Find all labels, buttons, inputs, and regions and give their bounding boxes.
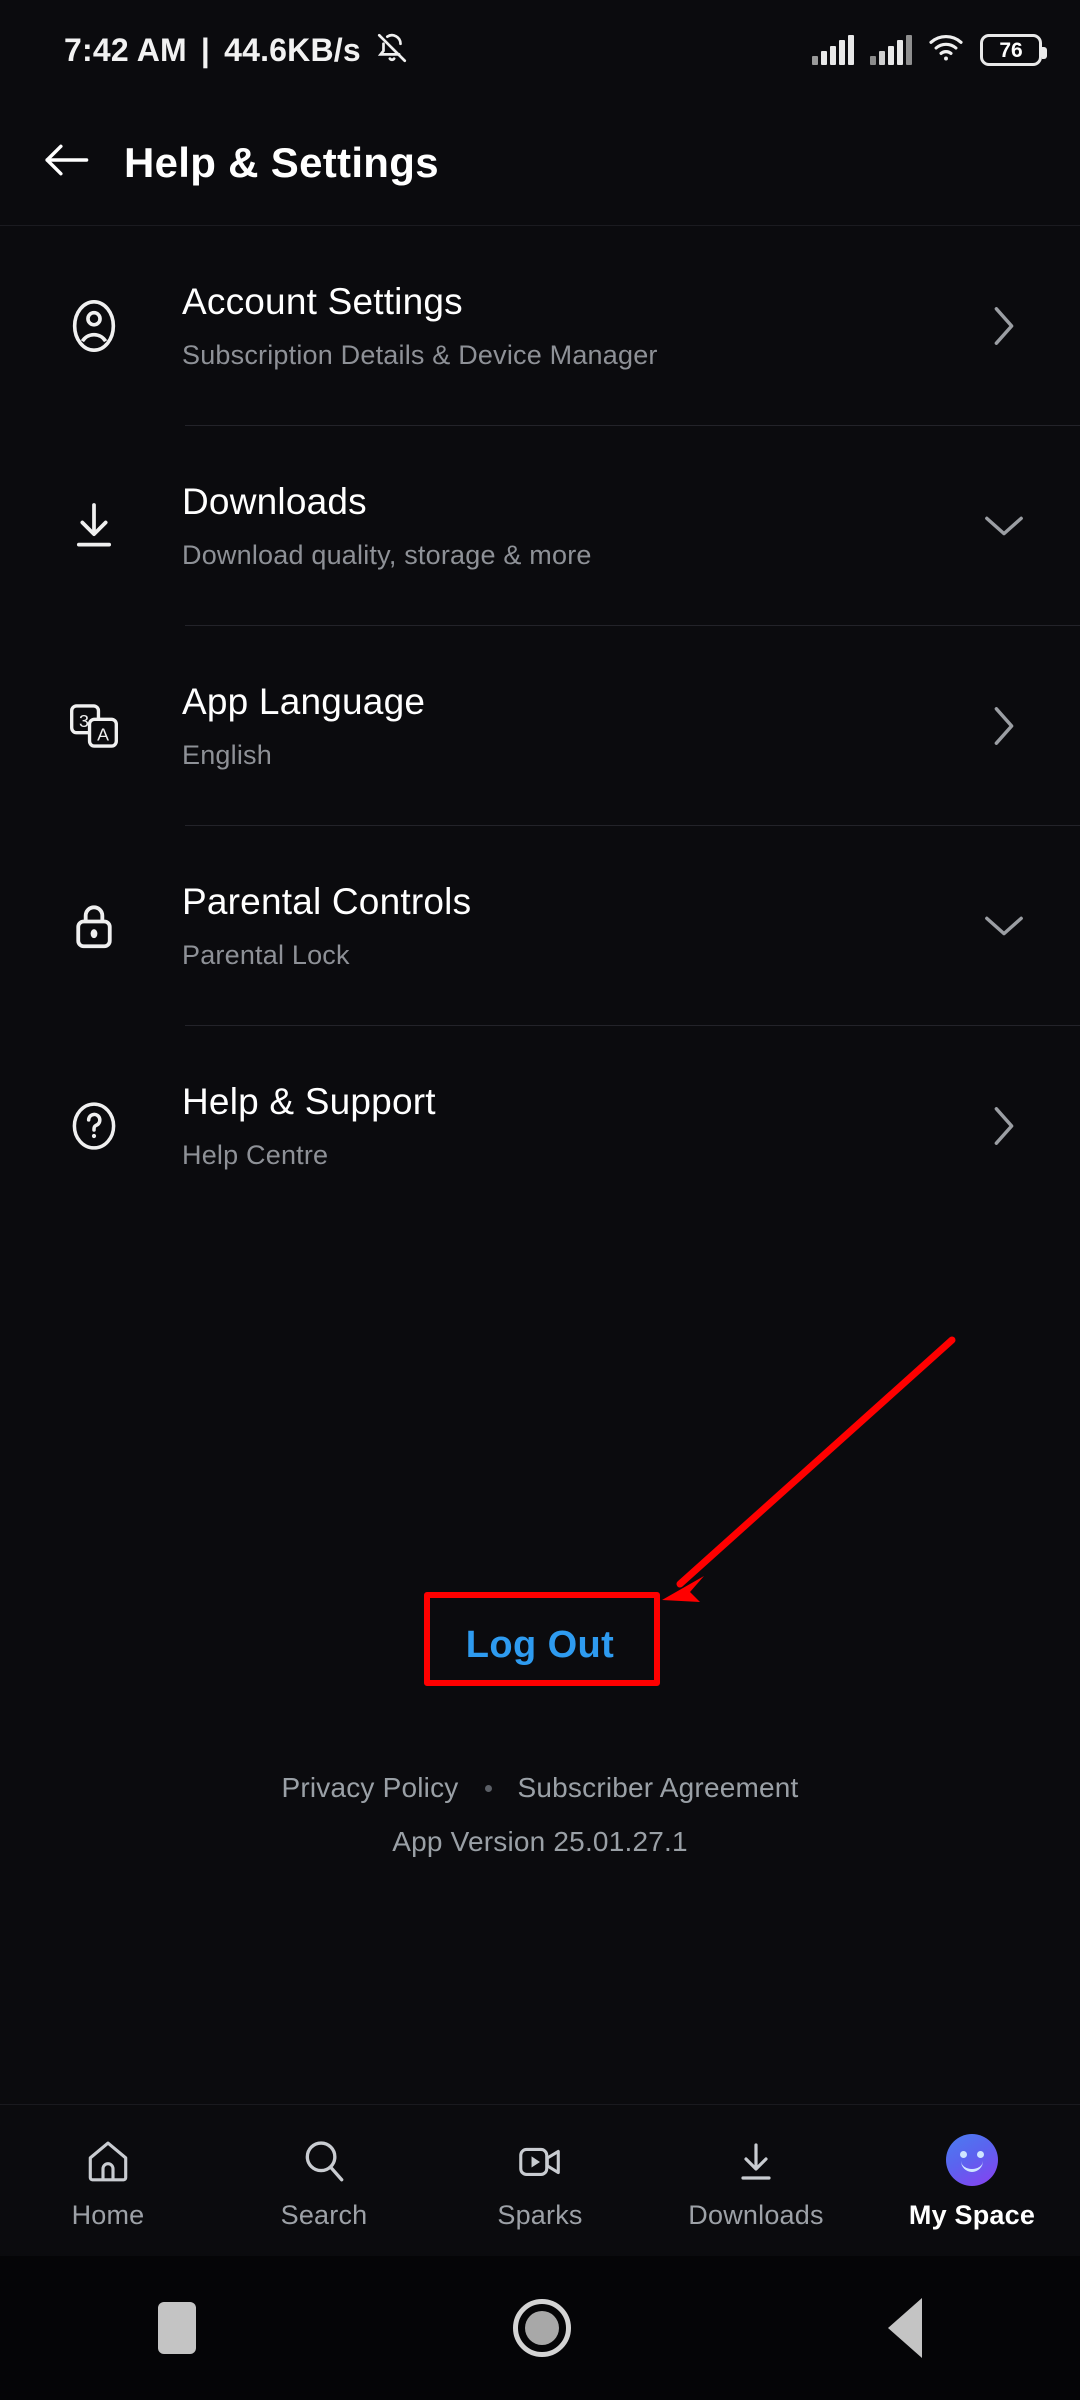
privacy-policy-link[interactable]: Privacy Policy <box>281 1772 458 1804</box>
status-bar: 7:42 AM | 44.6KB/s 76 <box>0 0 1080 100</box>
svg-text:3: 3 <box>79 711 89 731</box>
settings-row-title: Parental Controls <box>182 881 472 923</box>
nav-item-my-space[interactable]: My Space <box>872 2130 1072 2231</box>
nav-label-home: Home <box>71 2200 145 2230</box>
avatar-eye-right <box>977 2151 984 2158</box>
battery-indicator: 76 <box>980 34 1047 66</box>
nav-item-downloads[interactable]: Downloads <box>656 2130 856 2231</box>
svg-text:A: A <box>97 725 109 745</box>
settings-row-text: Parental Controls Parental Lock <box>142 881 974 971</box>
settings-row-subtitle: Subscription Details & Device Manager <box>182 339 658 370</box>
status-time: 7:42 AM <box>64 31 187 68</box>
nav-item-sparks[interactable]: Sparks <box>440 2130 640 2231</box>
phone-screen: 7:42 AM | 44.6KB/s 76 Help & Settings Ac… <box>0 0 1080 2400</box>
video-camera-icon <box>515 2130 565 2186</box>
settings-row-title: App Language <box>182 681 426 723</box>
nav-item-search[interactable]: Search <box>224 2130 424 2231</box>
nav-label-my-space: My Space <box>908 2200 1036 2230</box>
logout-container: Log Out <box>0 1614 1080 1677</box>
nav-label-sparks: Sparks <box>497 2200 583 2230</box>
avatar-icon <box>946 2130 998 2186</box>
lock-icon <box>46 899 142 953</box>
settings-row-help[interactable]: Help & Support Help Centre <box>0 1026 1080 1226</box>
bottom-nav: Home Search Sparks Downloads My Space <box>0 2104 1080 2256</box>
home-icon <box>83 2130 133 2186</box>
settings-list: Account Settings Subscription Details & … <box>0 226 1080 1226</box>
chevron-down-icon[interactable] <box>974 513 1034 539</box>
back-arrow-icon[interactable] <box>42 140 90 185</box>
signal-bars-icon-2 <box>870 35 912 65</box>
settings-row-parental[interactable]: Parental Controls Parental Lock <box>0 826 1080 1026</box>
signal-bars-icon <box>812 35 854 65</box>
help-circle-icon <box>46 1098 142 1154</box>
wifi-icon <box>928 33 964 68</box>
chevron-down-icon[interactable] <box>974 913 1034 939</box>
status-separator: | <box>200 31 211 68</box>
page-title: Help & Settings <box>124 138 439 186</box>
recents-square-icon[interactable] <box>158 2302 197 2354</box>
settings-row-language[interactable]: 3 A App Language English <box>0 626 1080 826</box>
translate-icon: 3 A <box>46 697 142 755</box>
settings-row-account[interactable]: Account Settings Subscription Details & … <box>0 226 1080 426</box>
account-circle-icon <box>46 297 142 355</box>
android-navigation-bar <box>0 2256 1080 2400</box>
footer-links: Privacy Policy Subscriber Agreement <box>0 1772 1080 1804</box>
status-network-speed: 44.6KB/s <box>224 31 361 68</box>
settings-row-subtitle: Help Centre <box>182 1139 329 1170</box>
settings-row-text: Account Settings Subscription Details & … <box>142 281 974 371</box>
footer-separator-dot <box>484 1784 492 1792</box>
avatar-eye-left <box>960 2151 967 2158</box>
nav-label-search: Search <box>280 2200 368 2230</box>
log-out-button[interactable]: Log Out <box>446 1614 634 1677</box>
chevron-right-icon[interactable] <box>974 705 1034 747</box>
settings-row-subtitle: Download quality, storage & more <box>182 539 592 570</box>
status-bar-left: 7:42 AM | 44.6KB/s <box>64 31 409 70</box>
chevron-right-icon[interactable] <box>974 305 1034 347</box>
settings-row-title: Help & Support <box>182 1081 436 1123</box>
search-icon <box>299 2130 349 2186</box>
download-icon <box>732 2130 780 2186</box>
settings-row-text: Help & Support Help Centre <box>142 1081 974 1171</box>
app-bar: Help & Settings <box>0 100 1080 226</box>
settings-row-title: Account Settings <box>182 281 463 323</box>
settings-row-subtitle: Parental Lock <box>182 939 350 970</box>
back-triangle-icon[interactable] <box>887 2298 922 2358</box>
bell-mute-icon <box>375 31 409 70</box>
settings-row-downloads[interactable]: Downloads Download quality, storage & mo… <box>0 426 1080 626</box>
nav-label-downloads: Downloads <box>688 2200 824 2230</box>
subscriber-agreement-link[interactable]: Subscriber Agreement <box>518 1772 799 1804</box>
footer: Privacy Policy Subscriber Agreement App … <box>0 1772 1080 1858</box>
app-version-label: App Version 25.01.27.1 <box>392 1826 688 1857</box>
settings-row-subtitle: English <box>182 739 272 770</box>
status-bar-right: 76 <box>812 33 1047 68</box>
settings-row-text: Downloads Download quality, storage & mo… <box>142 481 974 571</box>
battery-level: 76 <box>999 38 1023 62</box>
home-circle-icon[interactable] <box>512 2299 571 2357</box>
settings-row-text: App Language English <box>142 681 974 771</box>
chevron-right-icon[interactable] <box>974 1105 1034 1147</box>
nav-item-home[interactable]: Home <box>8 2130 208 2231</box>
avatar <box>946 2134 998 2186</box>
settings-row-title: Downloads <box>182 481 367 523</box>
download-icon <box>46 498 142 554</box>
avatar-mouth <box>961 2161 983 2172</box>
